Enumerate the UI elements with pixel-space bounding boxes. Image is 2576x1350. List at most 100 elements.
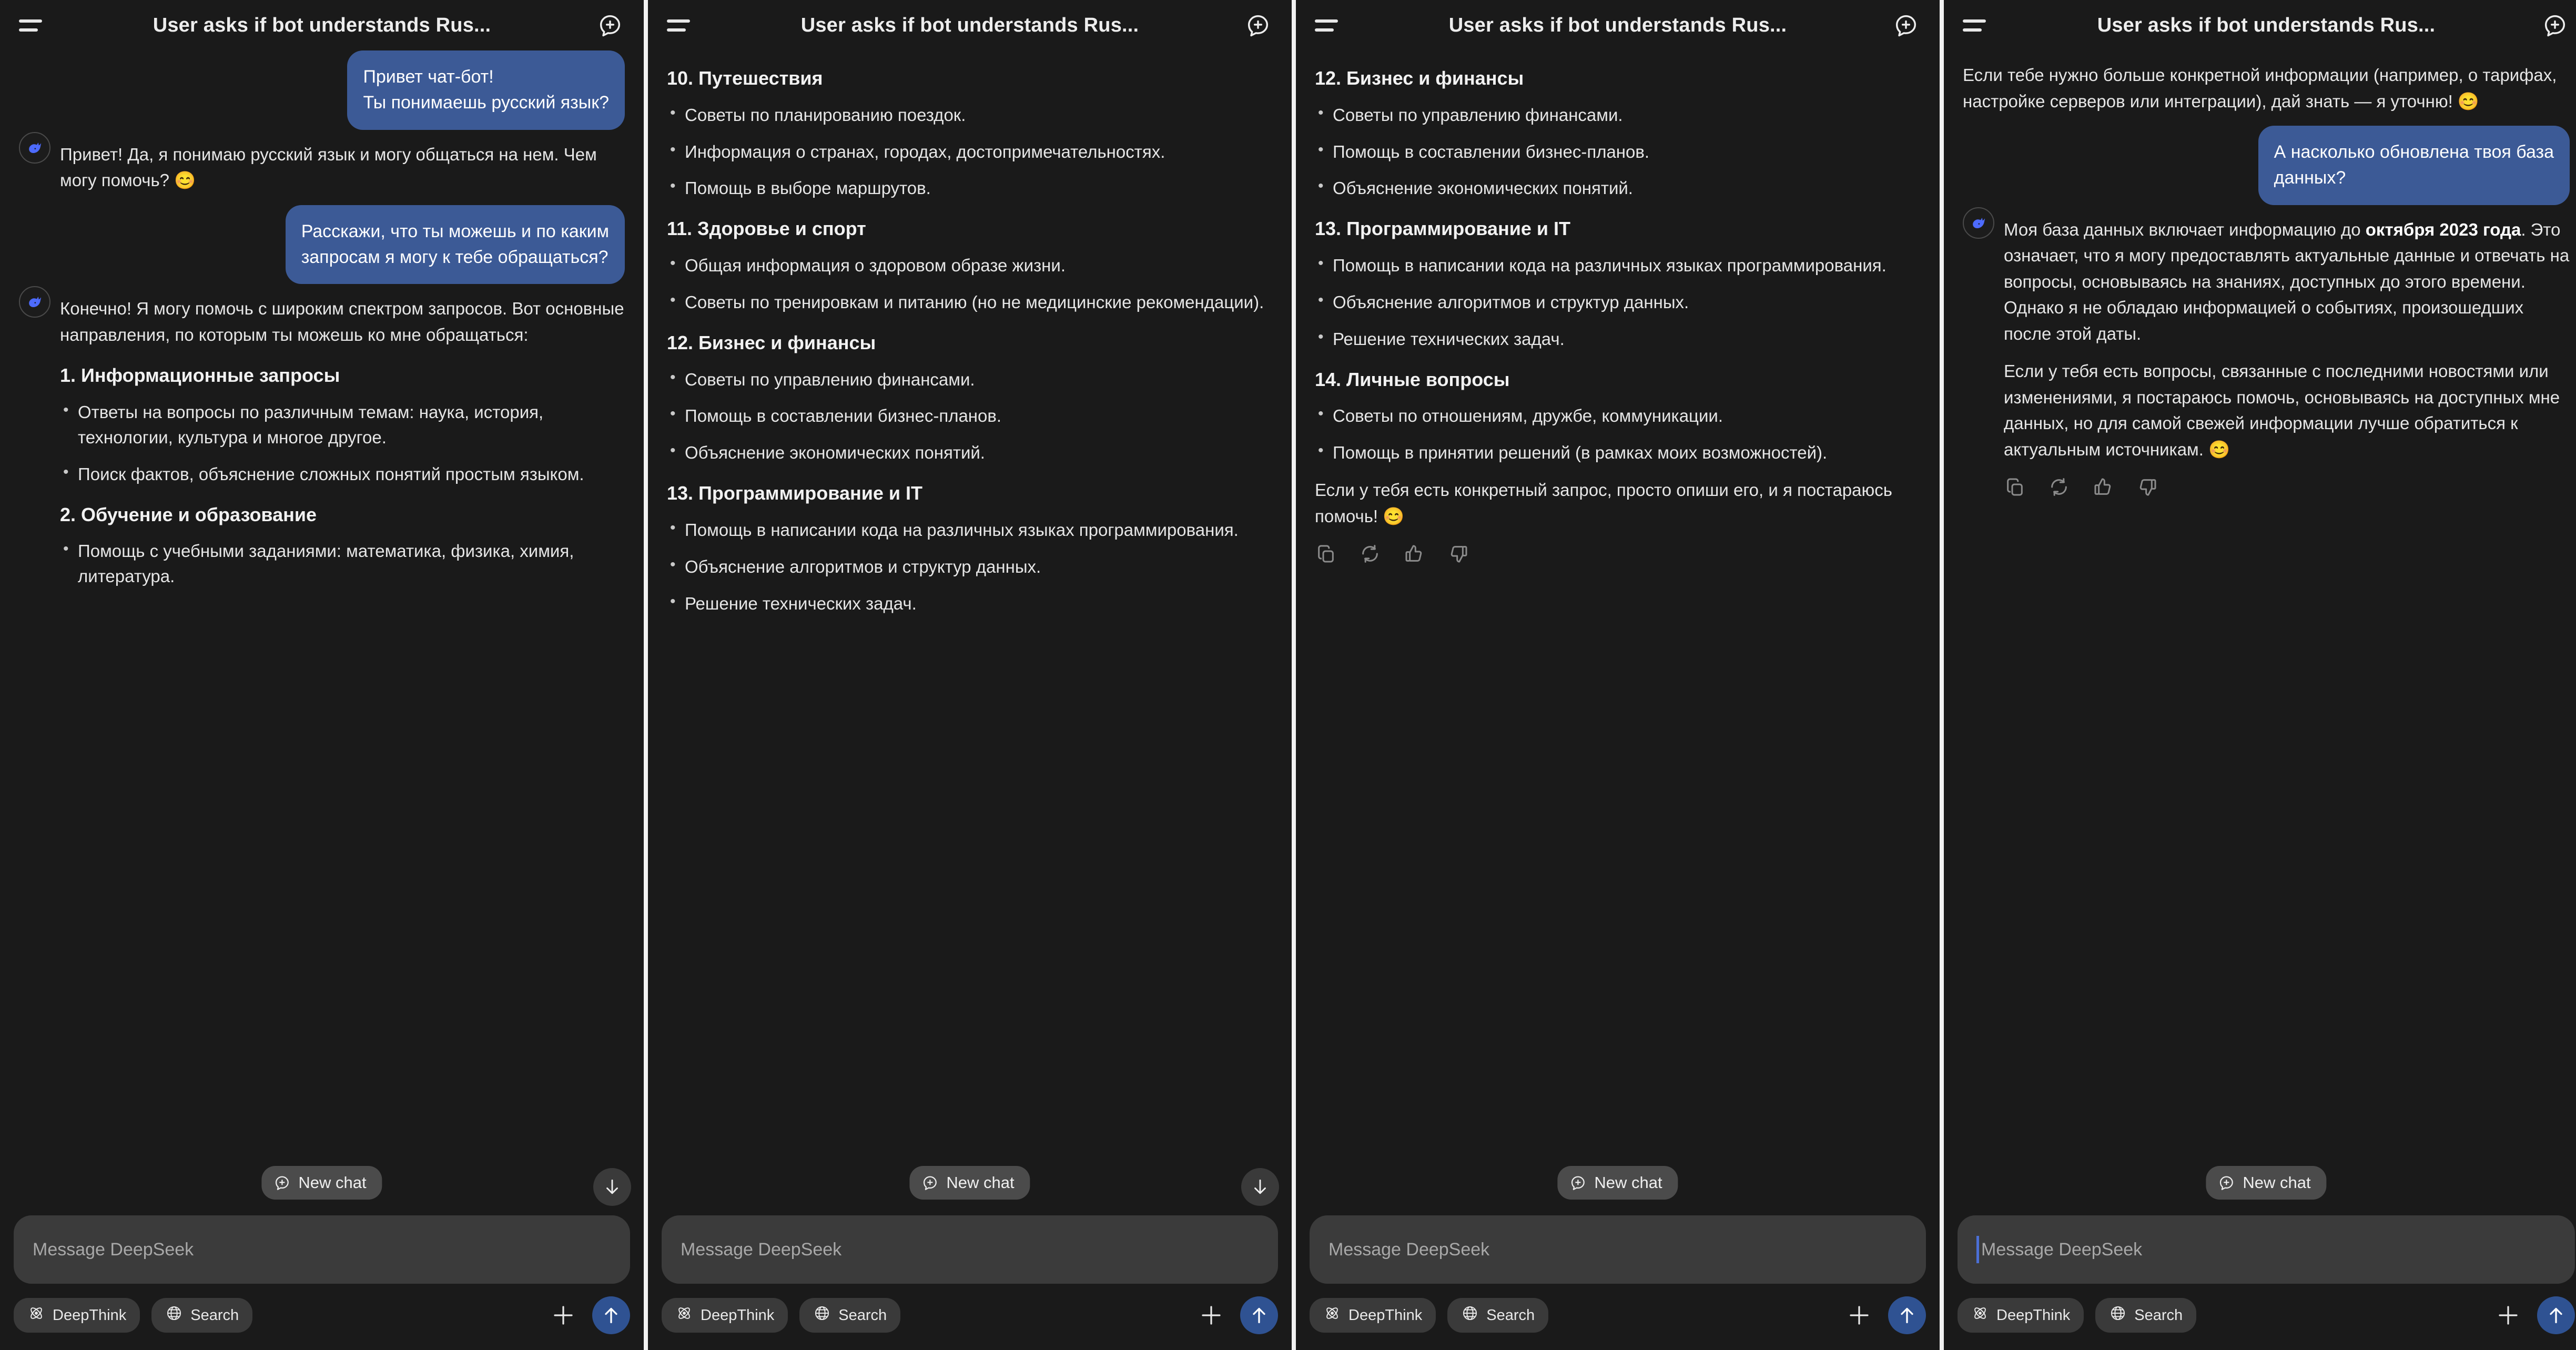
thumbs-up-icon[interactable] [1403, 543, 1425, 565]
list-item: Решение технических задач. [667, 590, 1273, 616]
list-item: Решение технических задач. [1315, 326, 1921, 352]
thumbs-up-icon[interactable] [2092, 476, 2114, 498]
message-input-placeholder: Message DeepSeek [1981, 1239, 2143, 1260]
arrow-down-icon[interactable] [593, 1168, 631, 1206]
globe-icon [1461, 1304, 1479, 1326]
list-item: Объяснение алгоритмов и структур данных. [667, 553, 1273, 580]
new-chat-icon[interactable] [1891, 11, 1921, 40]
bot-message-content: Если тебе нужно больше конкретной информ… [1963, 50, 2570, 126]
section-heading: 13. Программирование и IT [667, 482, 922, 504]
message-input-placeholder: Message DeepSeek [33, 1239, 194, 1260]
plus-icon[interactable] [1842, 1298, 1877, 1333]
hamburger-icon[interactable] [19, 11, 48, 40]
floating-new-chat-button[interactable]: New chat [2206, 1166, 2327, 1200]
search-label: Search [1486, 1306, 1535, 1324]
bot-paragraph: Привет! Да, я понимаю русский язык и мог… [60, 144, 597, 190]
deepthink-label: DeepThink [1348, 1306, 1423, 1324]
search-label: Search [2134, 1306, 2183, 1324]
search-button[interactable]: Search [2095, 1298, 2197, 1333]
chat-scroll-area[interactable]: Привет чат-бот! Ты понимаешь русский язык… [0, 50, 644, 1209]
globe-icon [2109, 1304, 2127, 1326]
highlighted-date: октября 2023 года [2365, 219, 2521, 239]
arrow-down-icon[interactable] [1241, 1168, 1279, 1206]
floating-new-chat-button[interactable]: New chat [261, 1166, 382, 1200]
bullet-list: Общая информация о здоровом образе жизни… [667, 252, 1273, 315]
send-button[interactable] [592, 1296, 630, 1334]
copy-icon[interactable] [2004, 476, 2026, 498]
avatar [19, 131, 50, 164]
globe-icon [813, 1304, 831, 1326]
bullet-list: Помощь в написании кода на различных язы… [667, 516, 1273, 616]
plus-icon[interactable] [546, 1298, 581, 1333]
copy-icon[interactable] [1315, 543, 1337, 565]
floating-new-chat-button[interactable]: New chat [1557, 1166, 1678, 1200]
bot-message-row: 12. Бизнес и финансы Советы по управлению… [1315, 50, 1921, 570]
user-message-bubble: Привет чат-бот! Ты понимаешь русский язык… [347, 50, 625, 130]
bot-paragraph: Если у тебя есть конкретный запрос, прос… [1315, 480, 1892, 526]
bot-message-row: Конечно! Я могу помочь с широким спектро… [19, 284, 625, 601]
app-header: User asks if bot understands Rus... [648, 0, 1292, 50]
list-item: Помощь в написании кода на различных язы… [667, 516, 1273, 543]
panel-divider [1292, 0, 1296, 1350]
bot-message-content: 10. Путешествия Советы по планированию по… [667, 50, 1273, 627]
user-message-bubble: Расскажи, что ты можешь и по каким запрос… [285, 205, 625, 285]
new-chat-icon[interactable] [1243, 11, 1273, 40]
chat-scroll-area[interactable]: Если тебе нужно больше конкретной информ… [1944, 50, 2576, 1209]
new-chat-icon[interactable] [2540, 11, 2570, 40]
hamburger-icon[interactable] [667, 11, 696, 40]
section-heading: 10. Путешествия [667, 67, 823, 89]
send-button[interactable] [1888, 1296, 1926, 1334]
chat-scroll-area[interactable]: 12. Бизнес и финансы Советы по управлению… [1296, 50, 1940, 1209]
composer: Message DeepSeek DeepThink Search [1296, 1209, 1940, 1350]
chat-scroll-area[interactable]: 10. Путешествия Советы по планированию по… [648, 50, 1292, 1209]
search-button[interactable]: Search [151, 1298, 253, 1333]
list-item: Информация о странах, городах, достоприм… [667, 138, 1273, 165]
plus-icon[interactable] [1194, 1298, 1229, 1333]
section-heading: 2. Обучение и образование [60, 503, 317, 525]
list-item: Помощь в выборе маршрутов. [667, 175, 1273, 201]
list-item: Объяснение экономических понятий. [1315, 175, 1921, 201]
hamburger-icon[interactable] [1315, 11, 1344, 40]
list-item: Ответы на вопросы по различным темам: на… [60, 399, 625, 450]
globe-icon [165, 1304, 183, 1326]
bullet-list: Советы по управлению финансами. Помощь в … [667, 366, 1273, 466]
message-input[interactable]: Message DeepSeek [1958, 1215, 2575, 1284]
search-button[interactable]: Search [799, 1298, 901, 1333]
deepthink-button[interactable]: DeepThink [1958, 1298, 2084, 1333]
hamburger-icon[interactable] [1963, 11, 1992, 40]
bot-message-content: Моя база данных включает информацию до о… [2004, 205, 2570, 504]
list-item: Советы по управлению финансами. [667, 366, 1273, 392]
message-input[interactable]: Message DeepSeek [662, 1215, 1278, 1284]
regenerate-icon[interactable] [2048, 476, 2070, 498]
thumbs-down-icon[interactable] [2136, 476, 2158, 498]
floating-new-chat-label: New chat [298, 1173, 367, 1192]
plus-icon[interactable] [2491, 1298, 2526, 1333]
regenerate-icon[interactable] [1359, 543, 1381, 565]
deepthink-button[interactable]: DeepThink [662, 1298, 788, 1333]
list-item: Поиск фактов, объяснение сложных понятий… [60, 461, 625, 487]
user-message-row: А насколько обновлена твоя база данных? [1963, 126, 2570, 205]
floating-new-chat-button[interactable]: New chat [909, 1166, 1030, 1200]
chat-panel-1: User asks if bot understands Rus... Прив… [0, 0, 644, 1350]
deepseek-whale-logo [29, 297, 42, 308]
bot-message-row: 10. Путешествия Советы по планированию по… [667, 50, 1273, 627]
floating-new-chat-label: New chat [1594, 1173, 1662, 1192]
send-button[interactable] [1240, 1296, 1278, 1334]
page-title: User asks if bot understands Rus... [1448, 14, 1787, 36]
message-input[interactable]: Message DeepSeek [1310, 1215, 1926, 1284]
search-label: Search [838, 1306, 887, 1324]
deepseek-whale-logo [29, 142, 42, 153]
atom-icon [1323, 1304, 1341, 1326]
section-heading: 12. Бизнес и финансы [1315, 67, 1524, 89]
deepthink-button[interactable]: DeepThink [1310, 1298, 1436, 1333]
composer-toolbar: DeepThink Search [14, 1296, 630, 1334]
send-button[interactable] [2537, 1296, 2575, 1334]
search-button[interactable]: Search [1447, 1298, 1549, 1333]
new-chat-icon[interactable] [595, 11, 625, 40]
thumbs-down-icon[interactable] [1447, 543, 1469, 565]
message-input[interactable]: Message DeepSeek [14, 1215, 630, 1284]
deepthink-button[interactable]: DeepThink [14, 1298, 140, 1333]
list-item: Помощь с учебными заданиями: математика,… [60, 537, 625, 589]
list-item: Советы по тренировкам и питанию (но не м… [667, 289, 1273, 315]
atom-icon [675, 1304, 693, 1326]
